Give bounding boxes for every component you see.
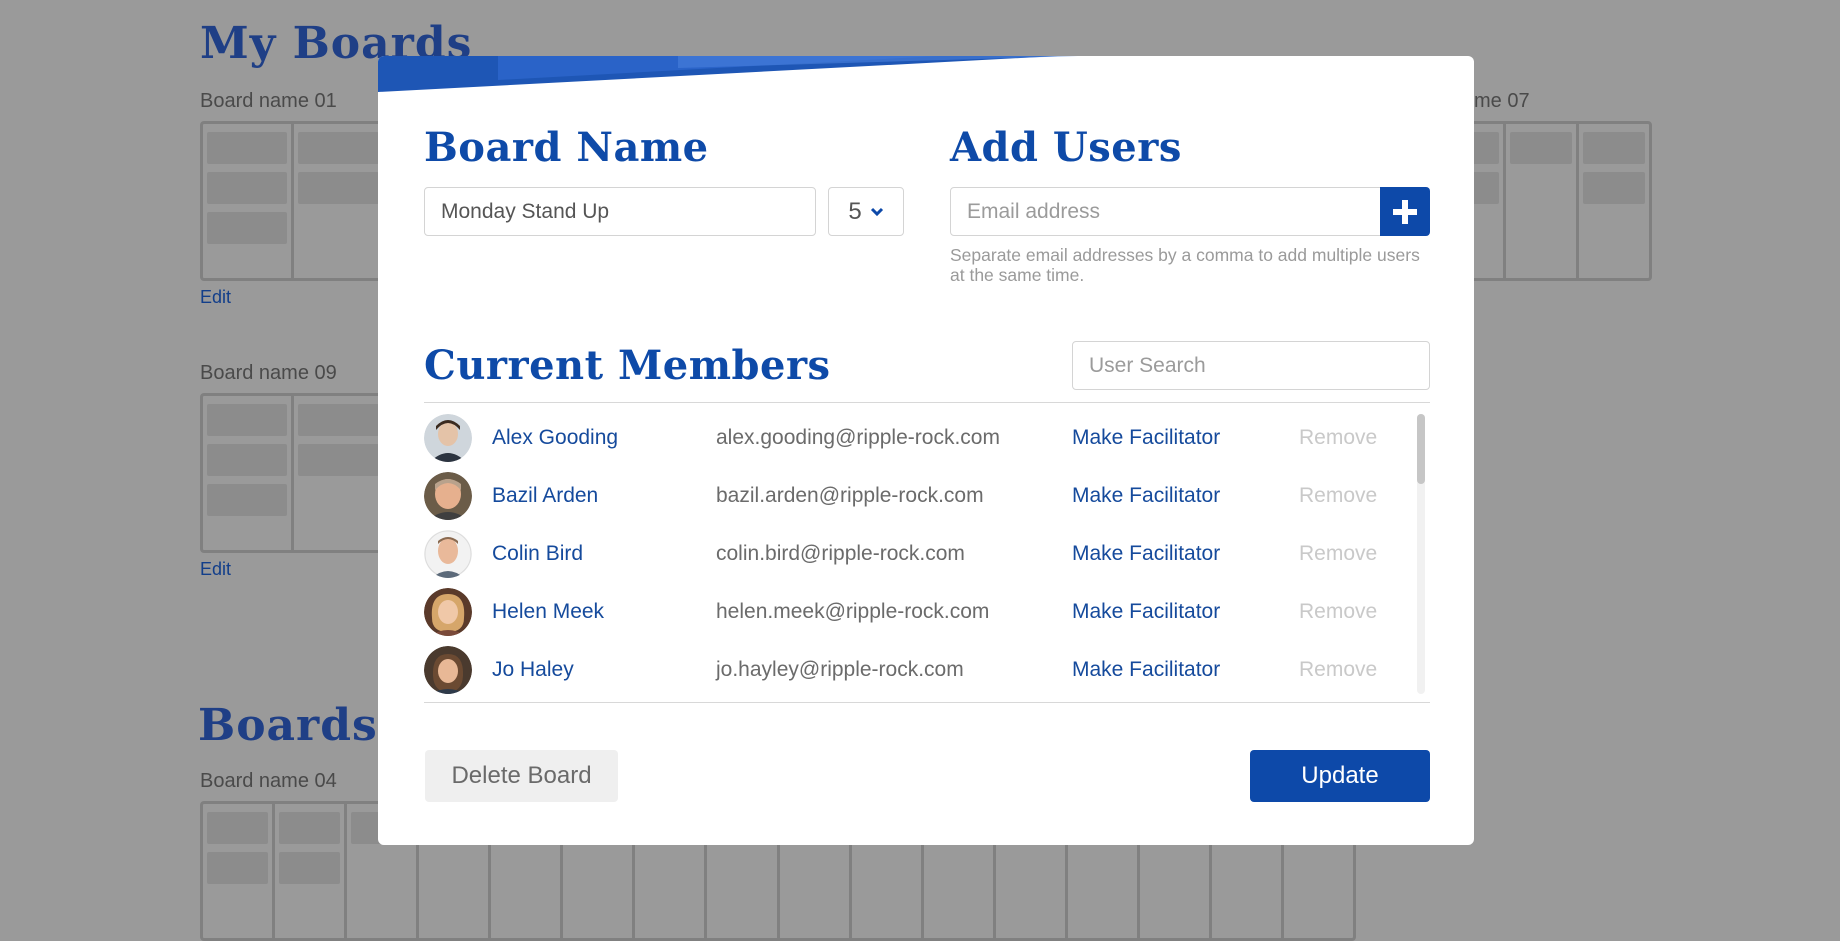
remove-member-link[interactable]: Remove (1299, 426, 1377, 450)
make-facilitator-link[interactable]: Make Facilitator (1072, 426, 1220, 450)
member-row: Helen Meek helen.meek@ripple-rock.com Ma… (424, 588, 1414, 636)
board-name-input[interactable] (441, 199, 799, 224)
user-search-input[interactable] (1089, 353, 1413, 378)
make-facilitator-link[interactable]: Make Facilitator (1072, 600, 1220, 624)
email-hint-text: Separate email addresses by a comma to a… (950, 245, 1420, 285)
board-name-field[interactable] (424, 187, 816, 236)
members-list: Alex Gooding alex.gooding@ripple-rock.co… (424, 414, 1420, 704)
member-name[interactable]: Jo Haley (492, 658, 574, 682)
chevron-down-icon (870, 207, 883, 216)
add-user-button[interactable] (1380, 187, 1430, 236)
members-bottom-divider (424, 702, 1430, 703)
board-size-value: 5 (848, 197, 862, 225)
make-facilitator-link[interactable]: Make Facilitator (1072, 542, 1220, 566)
avatar (424, 646, 472, 694)
member-name[interactable]: Colin Bird (492, 542, 583, 566)
current-members-heading: Current Members (424, 342, 831, 389)
avatar (424, 588, 472, 636)
email-field[interactable] (950, 187, 1382, 236)
make-facilitator-link[interactable]: Make Facilitator (1072, 658, 1220, 682)
board-name-heading: Board Name (424, 124, 709, 171)
member-name[interactable]: Alex Gooding (492, 426, 618, 450)
members-scrollbar-thumb[interactable] (1417, 414, 1425, 484)
plus-icon (1393, 199, 1417, 224)
avatar (424, 472, 472, 520)
member-row: Jo Haley jo.hayley@ripple-rock.com Make … (424, 646, 1414, 694)
update-button[interactable]: Update (1250, 750, 1430, 802)
remove-member-link[interactable]: Remove (1299, 658, 1377, 682)
member-email: jo.hayley@ripple-rock.com (716, 658, 964, 681)
modal-header-banner (378, 56, 1078, 92)
members-scrollbar[interactable] (1417, 414, 1425, 694)
member-email: colin.bird@ripple-rock.com (716, 542, 965, 565)
member-row: Bazil Arden bazil.arden@ripple-rock.com … (424, 472, 1414, 520)
email-input[interactable] (967, 199, 1365, 224)
add-users-heading: Add Users (950, 124, 1182, 171)
member-name[interactable]: Helen Meek (492, 600, 604, 624)
member-email: alex.gooding@ripple-rock.com (716, 426, 1000, 449)
remove-member-link[interactable]: Remove (1299, 600, 1377, 624)
members-top-divider (424, 402, 1430, 403)
member-row: Alex Gooding alex.gooding@ripple-rock.co… (424, 414, 1414, 462)
member-email: helen.meek@ripple-rock.com (716, 600, 990, 623)
user-search-field[interactable] (1072, 341, 1430, 390)
edit-board-modal: Board Name 5 Add Users Separate email ad… (378, 56, 1474, 845)
board-size-select[interactable]: 5 (828, 187, 904, 236)
avatar (424, 530, 472, 578)
remove-member-link[interactable]: Remove (1299, 542, 1377, 566)
member-email: bazil.arden@ripple-rock.com (716, 484, 984, 507)
member-name[interactable]: Bazil Arden (492, 484, 598, 508)
remove-member-link[interactable]: Remove (1299, 484, 1377, 508)
member-row: Colin Bird colin.bird@ripple-rock.com Ma… (424, 530, 1414, 578)
avatar (424, 414, 472, 462)
make-facilitator-link[interactable]: Make Facilitator (1072, 484, 1220, 508)
delete-board-button[interactable]: Delete Board (425, 750, 618, 802)
